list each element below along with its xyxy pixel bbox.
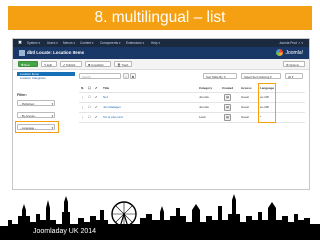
drag-handle-icon[interactable]: ⋮ <box>81 93 84 102</box>
row-checkbox[interactable]: ☐ <box>88 103 91 112</box>
access-column-header[interactable]: Access <box>241 85 252 92</box>
list-limit-select[interactable]: 20 ▾ <box>285 73 303 79</box>
menu-users[interactable]: Users ▾ <box>47 39 58 47</box>
item-created: ▤ <box>224 93 231 102</box>
row-checkbox[interactable]: ☐ <box>88 93 91 102</box>
unpublish-button[interactable]: ✖ Unpublish <box>85 61 111 67</box>
toolbar: ✚ New ✎ Edit ✔ Publish ✖ Unpublish 🗑 Tra… <box>13 59 309 70</box>
select-all-checkbox[interactable]: ☐ <box>88 85 91 92</box>
location-icon <box>19 50 25 56</box>
admin-screenshot: ✖ System ▾ Users ▾ Menus ▾ Content ▾ Com… <box>12 38 310 190</box>
slide-title: 8. multilingual – list <box>8 6 312 30</box>
access-filter[interactable]: - By Access - ▾ <box>17 112 55 118</box>
trash-button[interactable]: 🗑 Trash <box>114 61 132 67</box>
item-access: Guest <box>241 95 250 99</box>
admin-topbar: ✖ System ▾ Users ▾ Menus ▾ Content ▾ Com… <box>13 39 309 47</box>
status-header-icon: ✔ <box>95 86 98 90</box>
new-button[interactable]: ✚ New <box>18 61 38 67</box>
language-filter-highlight <box>15 121 59 133</box>
drag-handle-icon[interactable]: ⋮ <box>81 103 84 112</box>
joomla-icon[interactable]: ✖ <box>17 40 23 46</box>
item-access: Guest <box>241 105 250 109</box>
search-input[interactable]: Search <box>79 73 121 79</box>
item-created: ▤ <box>224 103 231 112</box>
filter-heading: Filter: <box>17 93 27 97</box>
title-column-header[interactable]: Title <box>103 85 109 92</box>
item-created: ▤ <box>224 113 231 122</box>
sort-table-select[interactable]: Sort Table By: ▾ <box>203 73 237 79</box>
status-filter[interactable]: - Published - ▾ <box>17 100 55 106</box>
menu-menus[interactable]: Menus ▾ <box>63 39 75 47</box>
menu-extensions[interactable]: Extensions ▾ <box>126 39 144 47</box>
created-column-header[interactable]: Created <box>222 85 233 92</box>
drag-handle-icon[interactable]: ⋮ <box>81 113 84 122</box>
joomla-logo-mark <box>276 49 284 57</box>
sort-order-select[interactable]: Select Sort Ordering ▾ <box>241 73 281 79</box>
published-icon[interactable]: ✔ <box>95 113 98 122</box>
page-title: dbtl Locate: Location Items <box>27 50 85 55</box>
chevron-down-icon: ▾ <box>51 114 53 118</box>
item-category: Joomla <box>199 95 209 99</box>
category-column-header[interactable]: Category <box>199 85 212 92</box>
item-access: Guest <box>241 115 250 119</box>
language-column-highlight <box>258 83 276 123</box>
sidebar-item-location-categories[interactable]: Location Categories <box>17 76 75 80</box>
menu-content[interactable]: Content ▾ <box>80 39 94 47</box>
site-link[interactable]: Joomla Prod ↗ ▾ <box>279 39 303 47</box>
footer-text: Joomladay UK 2014 <box>33 228 97 235</box>
menu-components[interactable]: Components ▾ <box>100 39 121 47</box>
item-title-link[interactable]: Joomladagen <box>103 103 121 112</box>
publish-button[interactable]: ✔ Publish <box>60 61 82 67</box>
published-icon[interactable]: ✔ <box>95 93 98 102</box>
item-title-link[interactable]: Nef <box>103 93 108 102</box>
sidebar: Location Items Location Categories <box>17 72 75 80</box>
sort-icon[interactable]: ⇅ <box>81 85 84 92</box>
menu-help[interactable]: Help ▾ <box>151 39 160 47</box>
options-button[interactable]: ⚙ Options <box>283 61 305 67</box>
edit-button[interactable]: ✎ Edit <box>41 61 57 67</box>
menu-system[interactable]: System ▾ <box>27 39 40 47</box>
page-header: dbtl Locate: Location Items Joomla! <box>13 47 309 59</box>
item-title-link[interactable]: Tot te plus tard <box>103 113 123 122</box>
item-category: Letar <box>199 115 206 119</box>
joomla-logo: Joomla! <box>276 49 303 57</box>
item-category: Joomla <box>199 105 209 109</box>
clear-icon[interactable]: ✖ <box>130 73 136 79</box>
joomla-logo-text: Joomla! <box>285 50 303 56</box>
published-icon[interactable]: ✔ <box>95 103 98 112</box>
search-icon[interactable]: ⌕ <box>123 73 129 79</box>
chevron-down-icon: ▾ <box>51 102 53 106</box>
row-checkbox[interactable]: ☐ <box>88 113 91 122</box>
